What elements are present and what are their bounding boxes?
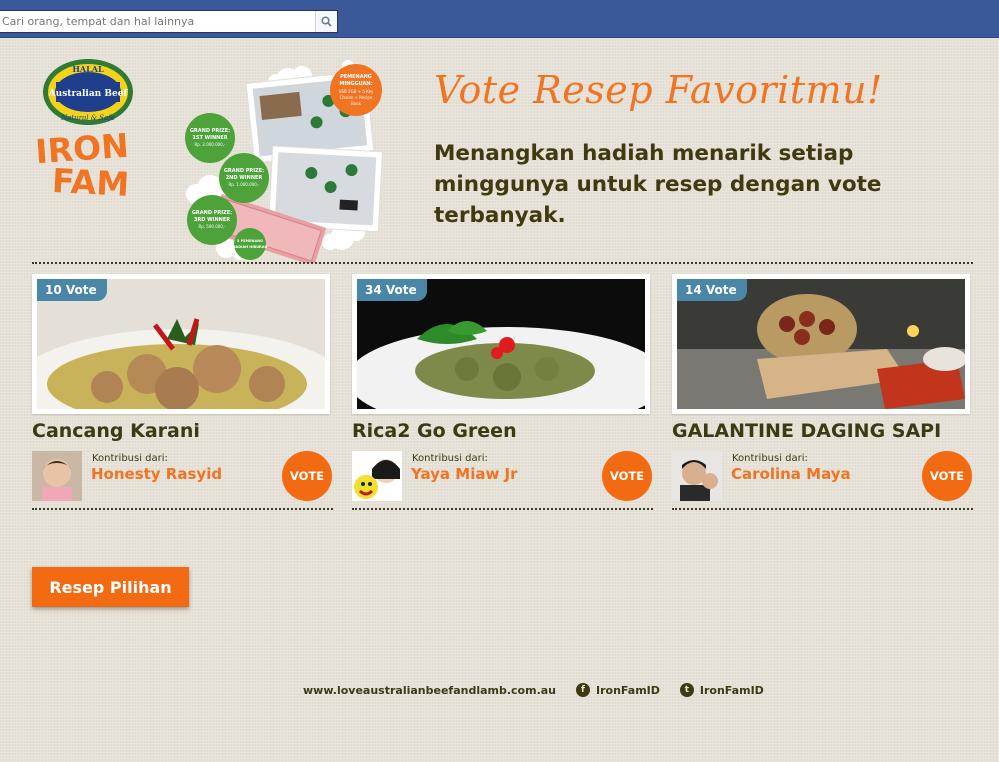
website-link[interactable]: www.loveaustralianbeefandlamb.com.au xyxy=(303,684,556,697)
svg-text:HADIAH HIBURAN: HADIAH HIBURAN xyxy=(233,245,268,249)
svg-text:GRAND PRIZE:: GRAND PRIZE: xyxy=(190,128,230,134)
svg-text:Rp. 2.000.000,-: Rp. 2.000.000,- xyxy=(195,142,226,147)
resep-pilihan-button[interactable]: Resep Pilihan xyxy=(32,567,189,607)
contributor-name[interactable]: Yaya Miaw Jr xyxy=(411,465,518,483)
svg-text:USB 2GB + 5 Key: USB 2GB + 5 Key xyxy=(339,89,374,94)
vote-button[interactable]: VOTE xyxy=(602,451,652,501)
recipe-photo[interactable]: 10 Vote xyxy=(32,274,330,414)
svg-text:GRAND PRIZE:: GRAND PRIZE: xyxy=(192,210,232,216)
page-title: Vote Resep Favoritmu! xyxy=(434,68,883,112)
recipe-photo[interactable]: 14 Vote xyxy=(672,274,970,414)
vote-count-badge: 14 Vote xyxy=(677,279,747,301)
contributor-label: Kontribusi dari: xyxy=(92,453,168,464)
facebook-link[interactable]: f IronFamID xyxy=(576,683,660,697)
prize-collage: PEMENANG MINGGUAN: USB 2GB + 5 Key Chain… xyxy=(180,58,385,267)
svg-text:PEMENANG: PEMENANG xyxy=(340,74,372,80)
search-box xyxy=(0,10,338,33)
halal-text: HALAL xyxy=(72,64,104,74)
search-button[interactable] xyxy=(315,11,337,32)
twitter-handle: IronFamID xyxy=(699,683,764,697)
ironfam-logo: IRON FAM xyxy=(32,126,144,204)
twitter-icon: t xyxy=(679,683,694,697)
svg-text:Rp. 500.000,-: Rp. 500.000,- xyxy=(198,224,226,229)
contributor-label: Kontribusi dari: xyxy=(412,453,488,464)
avatar[interactable] xyxy=(352,451,402,501)
ironfam-line2: FAM xyxy=(51,161,130,200)
avatar[interactable] xyxy=(672,451,722,501)
svg-text:GRAND PRIZE:: GRAND PRIZE: xyxy=(224,168,264,174)
search-input[interactable] xyxy=(0,11,314,32)
svg-text:Chains + Recipe: Chains + Recipe xyxy=(340,95,373,100)
top-navigation-bar xyxy=(0,0,999,38)
halal-australian-beef-logo: HALAL Australian Beef Natural & Safe xyxy=(42,58,134,132)
svg-text:3RD WINNER: 3RD WINNER xyxy=(194,217,230,223)
facebook-handle: IronFamID xyxy=(596,683,660,697)
page-subtitle: Menangkan hadiah menarik setiap mingguny… xyxy=(434,141,882,228)
facebook-icon: f xyxy=(576,683,591,697)
search-icon xyxy=(321,16,332,27)
contributor-label: Kontribusi dari: xyxy=(732,453,808,464)
card-divider xyxy=(672,508,973,510)
recipe-title[interactable]: Rica2 Go Green xyxy=(352,420,517,442)
svg-text:Rp. 1.000.000,-: Rp. 1.000.000,- xyxy=(229,182,260,187)
footer: www.loveaustralianbeefandlamb.com.au f I… xyxy=(303,682,764,698)
vote-count-badge: 34 Vote xyxy=(357,279,427,301)
vote-button[interactable]: VOTE xyxy=(922,451,972,501)
vote-button[interactable]: VOTE xyxy=(282,451,332,501)
recipe-title[interactable]: GALANTINE DAGING SAPI xyxy=(672,420,941,442)
svg-text:Book: Book xyxy=(351,101,362,106)
australian-beef-text: Australian Beef xyxy=(48,89,129,99)
vote-count-badge: 10 Vote xyxy=(37,279,107,301)
contributor-name[interactable]: Carolina Maya xyxy=(731,465,851,483)
recipe-title[interactable]: Cancang Karani xyxy=(32,420,200,442)
svg-text:2ND WINNER: 2ND WINNER xyxy=(226,175,263,181)
card-divider xyxy=(352,508,653,510)
avatar[interactable] xyxy=(32,451,82,501)
natural-safe-text: Natural & Safe xyxy=(60,114,115,122)
svg-text:MINGGUAN:: MINGGUAN: xyxy=(339,81,372,87)
contributor-name[interactable]: Honesty Rasyid xyxy=(91,465,222,483)
card-divider xyxy=(32,508,333,510)
header-divider xyxy=(32,262,973,264)
twitter-link[interactable]: t IronFamID xyxy=(679,683,764,697)
svg-text:5 PEMENANG: 5 PEMENANG xyxy=(237,239,263,243)
recipe-photo[interactable]: 34 Vote xyxy=(352,274,650,414)
svg-text:1ST WINNER: 1ST WINNER xyxy=(192,135,227,141)
